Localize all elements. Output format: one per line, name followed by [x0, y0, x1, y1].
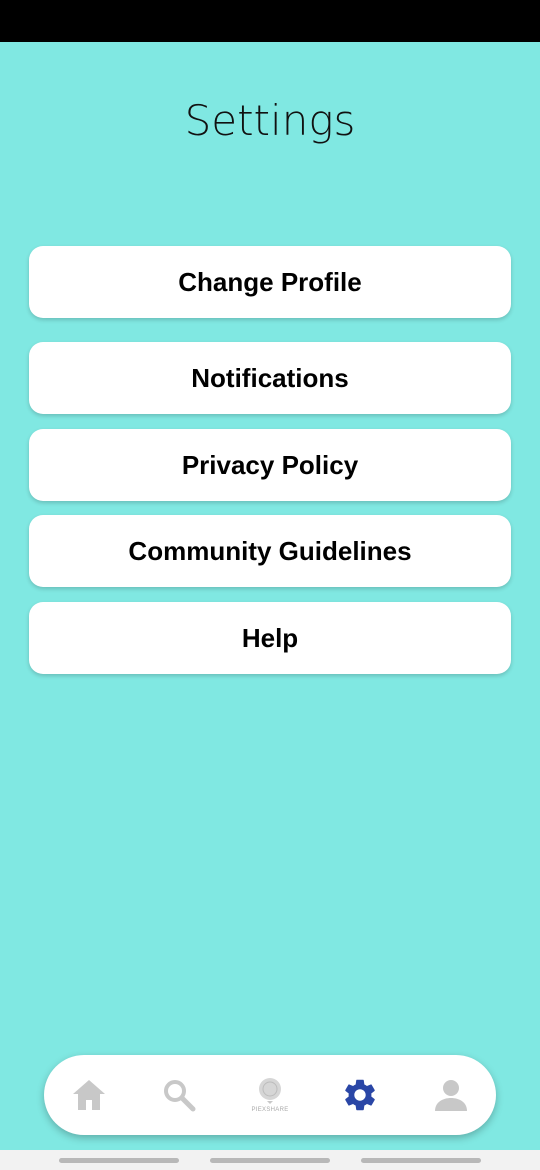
community-guidelines-label: Community Guidelines: [128, 535, 412, 566]
privacy-policy-button[interactable]: Privacy Policy: [29, 429, 511, 501]
status-bar: [0, 0, 540, 42]
logo-icon: [259, 1078, 281, 1104]
notifications-label: Notifications: [191, 362, 349, 393]
nav-center-button[interactable]: PIEXSHARE: [250, 1075, 290, 1115]
help-label: Help: [241, 622, 299, 653]
privacy-policy-label: Privacy Policy: [181, 449, 359, 480]
home-icon: [73, 1080, 105, 1110]
person-icon: [435, 1080, 467, 1111]
community-guidelines-button[interactable]: Community Guidelines: [29, 515, 511, 587]
nav-home-button[interactable]: [69, 1075, 109, 1115]
search-icon: [164, 1080, 196, 1112]
system-gesture-area: [0, 1150, 540, 1170]
gesture-bar: [210, 1158, 330, 1163]
bottom-nav: PIEXSHARE: [44, 1055, 496, 1135]
change-profile-button[interactable]: Change Profile: [29, 246, 511, 318]
gear-icon: [345, 1079, 375, 1111]
change-profile-label: Change Profile: [178, 266, 362, 297]
gesture-bar: [361, 1158, 481, 1163]
gesture-bar: [59, 1158, 179, 1163]
nav-settings-button[interactable]: [340, 1075, 380, 1115]
nav-profile-button[interactable]: [431, 1075, 471, 1115]
center-nav-label: PIEXSHARE: [251, 1107, 289, 1113]
nav-search-button[interactable]: [159, 1075, 199, 1115]
help-button[interactable]: Help: [29, 602, 511, 674]
page-title: Settings: [184, 96, 356, 145]
notifications-button[interactable]: Notifications: [29, 342, 511, 414]
